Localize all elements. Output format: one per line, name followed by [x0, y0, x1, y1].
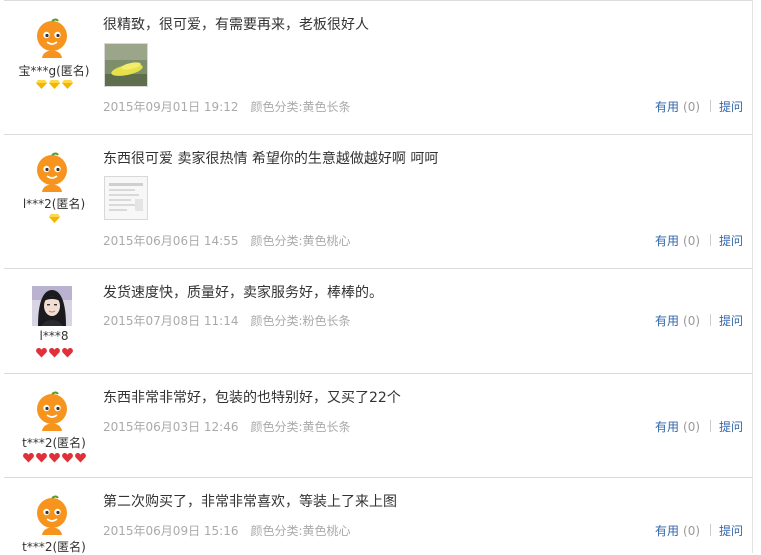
review-item: t***2(匿名) 第二次购买了，非常非常喜欢，等装上了来上图 2015年06月… [4, 477, 752, 555]
action-separator [710, 420, 712, 432]
review-meta: 2015年06月06日 14:55 颜色分类:黄色桃心 [103, 232, 351, 249]
red-heart-icon [61, 348, 73, 358]
review-actions: 有用 (0) 提问 [655, 418, 743, 435]
reviewer-level-badges [4, 80, 104, 89]
orange-mascot-icon [32, 495, 72, 535]
action-separator [710, 100, 712, 112]
review-screenshot-icon [105, 177, 147, 219]
reviewer-name[interactable]: 宝***g(匿名) [4, 62, 104, 79]
reviewer-name[interactable]: t***2(匿名) [4, 538, 104, 555]
review-text: 很精致，很可爱，有需要再来，老板很好人 [103, 17, 369, 33]
review-actions: 有用 (0) 提问 [655, 98, 743, 115]
orange-mascot-icon [32, 152, 72, 192]
review-date: 2015年07月08日 11:14 [103, 314, 239, 328]
ask-question-button[interactable]: 提问 [719, 420, 743, 434]
default-orange-avatar-icon[interactable] [32, 391, 72, 431]
useful-button[interactable]: 有用 [655, 420, 679, 434]
review-text: 发货速度快，质量好，卖家服务好，棒棒的。 [103, 285, 383, 301]
gold-diamond-icon [48, 214, 60, 223]
review-date: 2015年06月09日 15:16 [103, 524, 239, 538]
default-orange-avatar-icon[interactable] [32, 18, 72, 58]
useful-count: (0) [683, 420, 701, 434]
list-right-border [752, 0, 753, 553]
review-meta: 2015年09月01日 19:12 颜色分类:黄色长条 [103, 98, 351, 115]
review-actions: 有用 (0) 提问 [655, 312, 743, 329]
sku-info: 颜色分类:黄色长条 [250, 420, 351, 434]
review-actions: 有用 (0) 提问 [655, 232, 743, 249]
orange-mascot-icon [32, 18, 72, 58]
orange-mascot-icon [32, 391, 72, 431]
review-actions: 有用 (0) 提问 [655, 522, 743, 539]
ask-question-button[interactable]: 提问 [719, 234, 743, 248]
useful-count: (0) [683, 234, 701, 248]
user-photo-avatar[interactable] [32, 286, 72, 326]
red-heart-icon [61, 453, 73, 463]
action-separator [710, 314, 712, 326]
sku-info: 颜色分类:黄色桃心 [250, 524, 351, 538]
action-separator [710, 524, 712, 536]
gold-diamond-icon [48, 80, 60, 89]
red-heart-icon [48, 348, 60, 358]
ask-question-button[interactable]: 提问 [719, 100, 743, 114]
review-list: 宝***g(匿名) 很精致，很可爱，有需要再来，老板很好人 2015年09月01… [0, 0, 761, 555]
review-image-thumbnail[interactable] [104, 176, 148, 220]
ask-question-button[interactable]: 提问 [719, 524, 743, 538]
review-text: 东西非常非常好，包装的也特别好，又买了22个 [103, 390, 401, 406]
red-heart-icon [74, 453, 86, 463]
sku-info: 颜色分类:粉色长条 [250, 314, 351, 328]
useful-button[interactable]: 有用 [655, 524, 679, 538]
red-heart-icon [35, 453, 47, 463]
useful-count: (0) [683, 100, 701, 114]
review-meta: 2015年06月03日 12:46 颜色分类:黄色长条 [103, 418, 351, 435]
ask-question-button[interactable]: 提问 [719, 314, 743, 328]
reviewer-level-badges [4, 214, 104, 223]
review-item: 宝***g(匿名) 很精致，很可爱，有需要再来，老板很好人 2015年09月01… [4, 0, 752, 134]
default-orange-avatar-icon[interactable] [32, 495, 72, 535]
user-photo-icon [32, 286, 72, 326]
red-heart-icon [48, 453, 60, 463]
sku-info: 颜色分类:黄色桃心 [250, 234, 351, 248]
review-photo-icon [105, 44, 147, 86]
default-orange-avatar-icon[interactable] [32, 152, 72, 192]
sku-info: 颜色分类:黄色长条 [250, 100, 351, 114]
reviewer-name[interactable]: t***2(匿名) [4, 434, 104, 451]
useful-button[interactable]: 有用 [655, 234, 679, 248]
useful-button[interactable]: 有用 [655, 100, 679, 114]
review-text: 第二次购买了，非常非常喜欢，等装上了来上图 [103, 494, 397, 510]
red-heart-icon [35, 348, 47, 358]
review-date: 2015年09月01日 19:12 [103, 100, 239, 114]
review-date: 2015年06月06日 14:55 [103, 234, 239, 248]
review-item: l***2(匿名) 东西很可爱 卖家很热情 希望你的生意越做越好啊 呵呵 201… [4, 134, 752, 268]
review-item: l***8 发货速度快，质量好，卖家服务好，棒棒的。 2015年07月08日 1… [4, 268, 752, 373]
gold-diamond-icon [61, 80, 73, 89]
review-image-thumbnail[interactable] [104, 43, 148, 87]
review-meta: 2015年06月09日 15:16 颜色分类:黄色桃心 [103, 522, 351, 539]
action-separator [710, 234, 712, 246]
gold-diamond-icon [35, 80, 47, 89]
useful-count: (0) [683, 314, 701, 328]
reviewer-level-badges [4, 348, 104, 358]
useful-button[interactable]: 有用 [655, 314, 679, 328]
review-meta: 2015年07月08日 11:14 颜色分类:粉色长条 [103, 312, 351, 329]
review-date: 2015年06月03日 12:46 [103, 420, 239, 434]
reviewer-level-badges [4, 453, 104, 463]
reviewer-name[interactable]: l***2(匿名) [4, 195, 104, 212]
reviewer-name[interactable]: l***8 [4, 329, 104, 343]
review-text: 东西很可爱 卖家很热情 希望你的生意越做越好啊 呵呵 [103, 151, 439, 167]
review-item: t***2(匿名) 东西非常非常好，包装的也特别好，又买了22个 2015年06… [4, 373, 752, 477]
useful-count: (0) [683, 524, 701, 538]
red-heart-icon [22, 453, 34, 463]
